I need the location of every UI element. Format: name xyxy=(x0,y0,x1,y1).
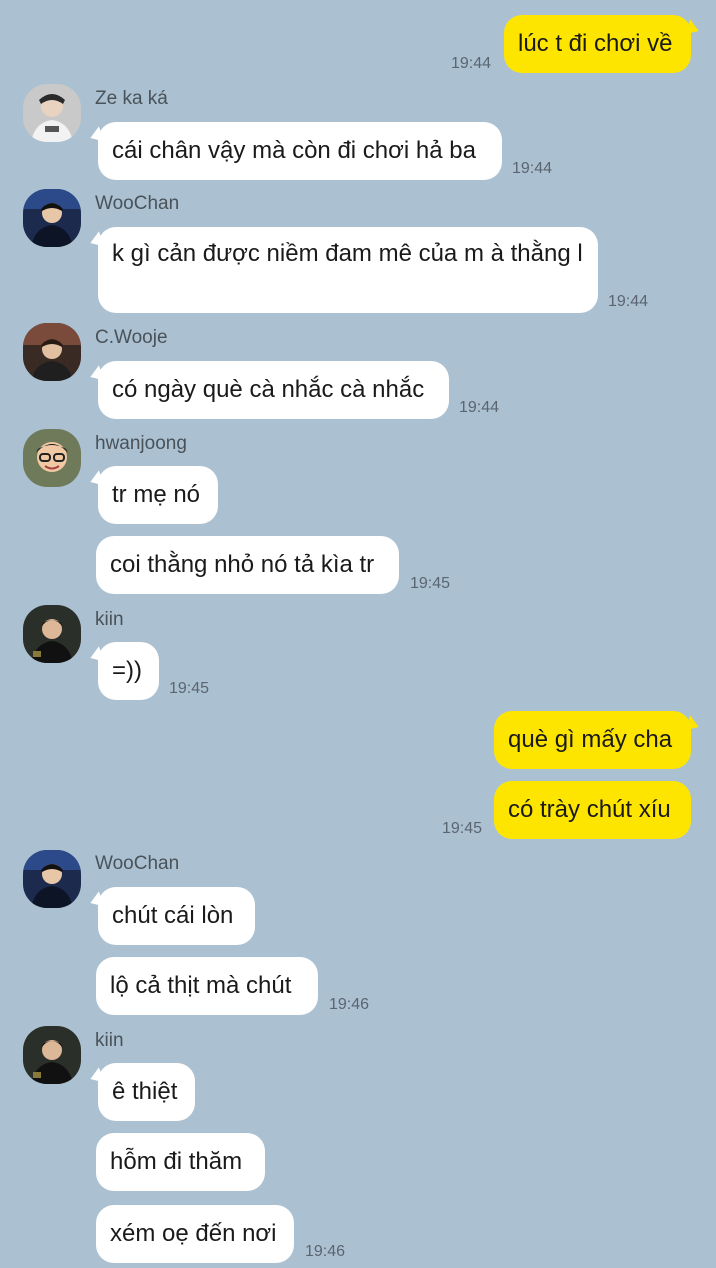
outgoing-message-bubble[interactable]: lúc t đi chơi về xyxy=(504,15,691,73)
outgoing-message-bubble[interactable]: có trày chút xíu xyxy=(494,781,691,839)
sender-avatar[interactable] xyxy=(23,429,81,487)
outgoing-message-bubble[interactable]: què gì mấy cha xyxy=(494,711,691,769)
message-time: 19:44 xyxy=(608,293,649,310)
sender-avatar[interactable] xyxy=(23,323,81,381)
message-time: 19:44 xyxy=(512,160,553,177)
incoming-message-bubble[interactable]: hỗm đi thăm xyxy=(96,1133,265,1191)
message-time: 19:45 xyxy=(169,680,210,697)
sender-name: C.Wooje xyxy=(95,327,168,348)
message-time: 19:44 xyxy=(451,55,492,72)
sender-name: WooChan xyxy=(95,193,180,214)
message-time: 19:45 xyxy=(410,575,451,592)
message-time: 19:46 xyxy=(305,1243,346,1260)
incoming-message-bubble[interactable]: có ngày què cà nhắc cà nhắc xyxy=(98,361,449,419)
message-time: 19:44 xyxy=(459,399,500,416)
sender-avatar[interactable] xyxy=(23,189,81,247)
incoming-message-bubble[interactable]: lộ cả thịt mà chút xyxy=(96,957,318,1015)
message-time: 19:46 xyxy=(329,996,370,1013)
incoming-message-bubble[interactable]: xém oẹ đến nơi xyxy=(96,1205,294,1263)
sender-name: Ze ka ká xyxy=(95,88,168,109)
sender-avatar[interactable] xyxy=(23,605,81,663)
sender-avatar[interactable] xyxy=(23,850,81,908)
sender-name: kiin xyxy=(95,609,124,630)
incoming-message-bubble[interactable]: =)) xyxy=(98,642,159,700)
sender-avatar[interactable] xyxy=(23,1026,81,1084)
incoming-message-bubble[interactable]: k gì cản được niềm đam mê của m à thằng … xyxy=(98,227,598,313)
incoming-message-bubble[interactable]: ê thiệt xyxy=(98,1063,195,1121)
incoming-message-bubble[interactable]: cái chân vậy mà còn đi chơi hả ba xyxy=(98,122,502,180)
incoming-message-bubble[interactable]: coi thằng nhỏ nó tả kìa tr xyxy=(96,536,399,594)
sender-avatar[interactable] xyxy=(23,84,81,142)
sender-name: hwanjoong xyxy=(95,433,187,454)
sender-name: WooChan xyxy=(95,853,180,874)
sender-name: kiin xyxy=(95,1030,124,1051)
message-time: 19:45 xyxy=(442,820,483,837)
incoming-message-bubble[interactable]: tr mẹ nó xyxy=(98,466,218,524)
incoming-message-bubble[interactable]: chút cái lòn xyxy=(98,887,255,945)
